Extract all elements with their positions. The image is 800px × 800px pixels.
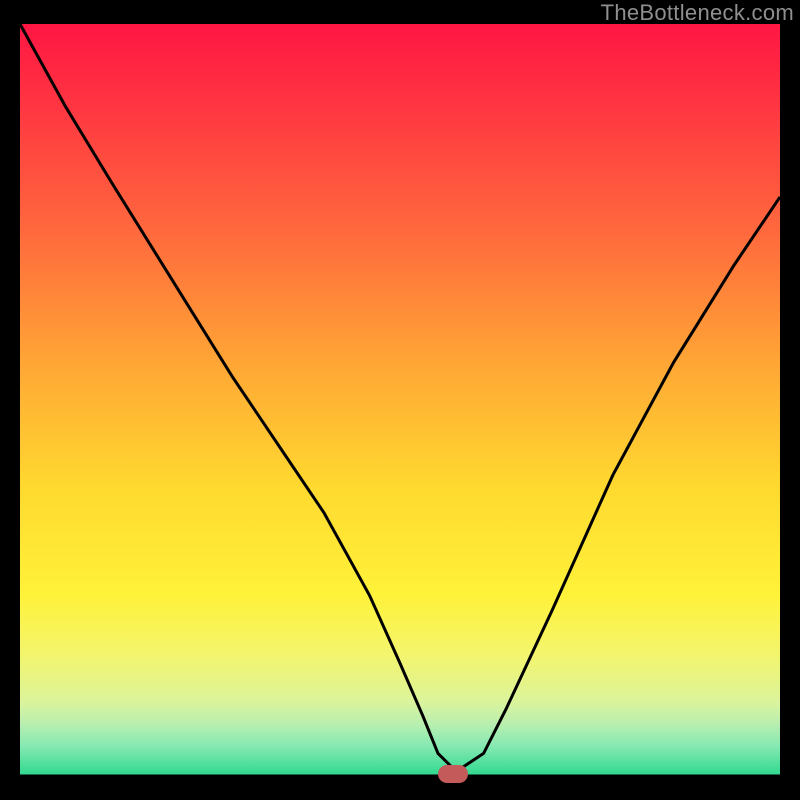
watermark-text: TheBottleneck.com: [601, 0, 794, 26]
chart-frame: TheBottleneck.com: [0, 0, 800, 800]
optimal-point-marker: [438, 765, 468, 783]
plot-area: [20, 24, 780, 776]
bottleneck-chart: [20, 24, 780, 776]
